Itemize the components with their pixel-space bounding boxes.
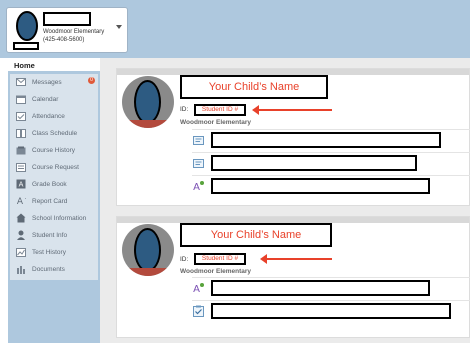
student-info-row[interactable]: [192, 130, 470, 150]
user-switcher[interactable]: Woodmoor Elementary (425-408-5600): [6, 7, 128, 53]
sidebar-item-label: Course History: [32, 146, 75, 154]
schedule-icon: [16, 128, 26, 138]
student-name[interactable]: Your Child’s Name: [180, 223, 332, 247]
sidebar-item-class-schedule[interactable]: Class Schedule: [10, 125, 98, 141]
sidebar-item-test-history[interactable]: Test History: [10, 244, 98, 260]
student-card[interactable]: Your Child’s Name ID: Student ID # Woodm…: [116, 216, 470, 338]
top-bar: Woodmoor Elementary (425-408-5600): [0, 0, 470, 58]
test-history-icon: [16, 247, 26, 257]
sidebar-item-calendar[interactable]: Calendar: [10, 91, 98, 107]
course-history-icon: [16, 146, 26, 155]
attendance-icon: [16, 111, 26, 121]
calendar-icon: [16, 95, 26, 104]
sidebar-item-course-request[interactable]: Course Request: [10, 159, 98, 175]
svg-text:A: A: [17, 197, 24, 206]
svg-text:A: A: [19, 181, 24, 189]
student-name[interactable]: Your Child’s Name: [180, 75, 328, 99]
sidebar-item-label: Grade Book: [32, 180, 67, 188]
redacted-field: [211, 303, 451, 319]
student-info-row[interactable]: A: [192, 176, 470, 196]
announcement-icon: [192, 134, 204, 146]
sidebar: Home Messages 0 Calendar Attendance Clas…: [8, 58, 100, 343]
chevron-down-icon[interactable]: [116, 25, 122, 29]
user-avatar: [16, 11, 38, 41]
report-card-icon: A+: [16, 196, 27, 206]
student-info-row[interactable]: [192, 153, 470, 173]
redacted-field: [211, 132, 441, 148]
sidebar-item-label: Course Request: [32, 163, 79, 171]
sidebar-item-grade-book[interactable]: A Grade Book: [10, 176, 98, 192]
student-avatar: [122, 224, 174, 276]
sidebar-item-label: Test History: [32, 248, 66, 256]
sidebar-item-messages[interactable]: Messages 0: [10, 74, 98, 90]
home-tab[interactable]: Home: [8, 58, 100, 71]
arrow-left-icon: [252, 105, 332, 115]
user-name-redacted: [43, 12, 91, 26]
student-id-label: ID:: [180, 106, 189, 113]
student-info-row[interactable]: A: [192, 278, 470, 298]
main-content: Your Child’s Name ID: Student ID # Woodm…: [100, 58, 470, 343]
user-phone: (425-408-5600): [43, 37, 85, 43]
student-id: Student ID #: [194, 104, 246, 116]
messages-count-badge: 0: [88, 77, 95, 84]
user-school: Woodmoor Elementary: [43, 29, 105, 35]
sidebar-item-report-card[interactable]: A+ Report Card: [10, 193, 98, 209]
sidebar-item-school-information[interactable]: School Information: [10, 210, 98, 226]
course-request-icon: [16, 162, 26, 172]
documents-icon: [16, 265, 26, 274]
student-school: Woodmoor Elementary: [180, 268, 252, 275]
sidebar-item-label: Messages: [32, 78, 62, 86]
student-info-row[interactable]: [192, 301, 470, 321]
svg-text:A: A: [193, 182, 200, 192]
sidebar-item-attendance[interactable]: Attendance: [10, 108, 98, 124]
redacted-field: [211, 280, 430, 296]
redacted-field: [211, 178, 430, 194]
sidebar-item-label: Calendar: [32, 95, 59, 103]
student-card[interactable]: Your Child’s Name ID: Student ID # Woodm…: [116, 68, 470, 206]
sidebar-item-course-history[interactable]: Course History: [10, 142, 98, 158]
student-school: Woodmoor Elementary: [180, 119, 252, 126]
arrow-left-icon: [260, 254, 332, 264]
student-id: Student ID #: [194, 253, 246, 265]
checklist-icon: [192, 305, 204, 317]
sidebar-item-label: Class Schedule: [32, 129, 78, 137]
grade-book-icon: A: [16, 179, 26, 189]
sidebar-item-label: Report Card: [32, 197, 68, 205]
sidebar-menu: Messages 0 Calendar Attendance Class Sch…: [10, 74, 98, 280]
student-icon: [16, 230, 26, 240]
announcement-icon: [192, 157, 204, 169]
grade-icon: A: [192, 180, 204, 192]
envelope-icon: [16, 78, 26, 87]
redacted-field: [211, 155, 417, 171]
sidebar-item-label: Student Info: [32, 231, 68, 239]
user-id-redacted: [13, 42, 39, 50]
svg-text:+: +: [25, 196, 27, 202]
svg-text:A: A: [193, 284, 200, 294]
school-icon: [16, 213, 26, 223]
grade-icon: A: [192, 282, 204, 294]
sidebar-item-label: School Information: [32, 214, 87, 222]
student-avatar: [122, 76, 174, 128]
sidebar-item-label: Documents: [32, 265, 65, 273]
student-id-label: ID:: [180, 256, 189, 263]
sidebar-item-label: Attendance: [32, 112, 65, 120]
sidebar-item-documents[interactable]: Documents: [10, 261, 98, 277]
sidebar-item-student-info[interactable]: Student Info: [10, 227, 98, 243]
